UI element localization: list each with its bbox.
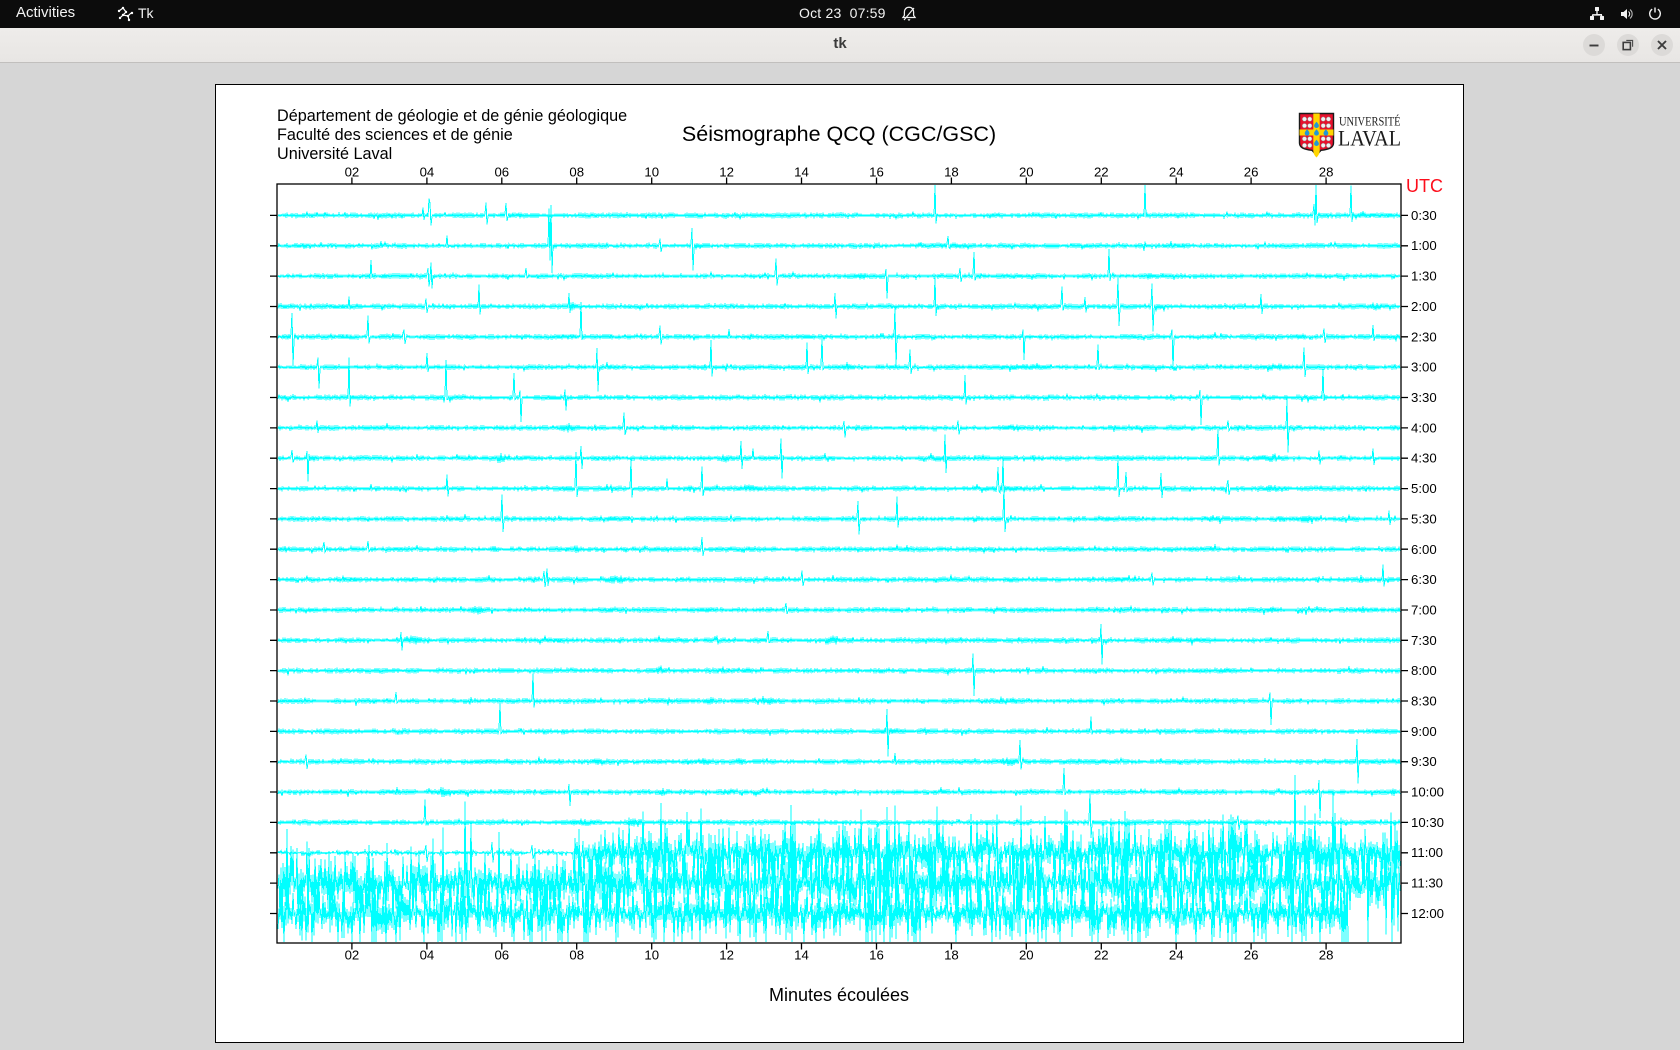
svg-text:26: 26 [1244,165,1259,180]
svg-text:28: 28 [1319,165,1334,180]
svg-text:04: 04 [420,948,435,963]
svg-text:8:00: 8:00 [1411,663,1437,678]
svg-text:02: 02 [345,948,360,963]
svg-text:22: 22 [1094,948,1109,963]
svg-text:5:00: 5:00 [1411,481,1437,496]
svg-text:10:30: 10:30 [1411,815,1444,830]
svg-text:02: 02 [345,165,360,180]
svg-text:10: 10 [644,165,659,180]
svg-text:11:00: 11:00 [1411,845,1443,860]
svg-text:Université Laval: Université Laval [277,145,392,163]
svg-text:08: 08 [569,948,584,963]
svg-text:12: 12 [719,165,734,180]
svg-text:0:30: 0:30 [1411,208,1437,223]
svg-text:06: 06 [494,948,509,963]
svg-text:Département de géologie et de: Département de géologie et de génie géol… [277,107,627,125]
svg-text:9:30: 9:30 [1411,754,1437,769]
svg-text:18: 18 [944,165,959,180]
svg-text:8:30: 8:30 [1411,694,1437,709]
svg-text:16: 16 [869,165,884,180]
svg-text:Minutes écoulées: Minutes écoulées [769,985,909,1005]
svg-text:3:00: 3:00 [1411,360,1437,375]
svg-text:UTC: UTC [1406,176,1443,196]
svg-text:04: 04 [420,165,435,180]
svg-text:4:30: 4:30 [1411,451,1437,466]
svg-text:12:00: 12:00 [1411,906,1444,921]
svg-text:3:30: 3:30 [1411,390,1437,405]
svg-text:24: 24 [1169,165,1184,180]
svg-text:08: 08 [569,165,584,180]
svg-text:4:00: 4:00 [1411,420,1437,435]
svg-text:22: 22 [1094,165,1109,180]
svg-text:7:00: 7:00 [1411,603,1437,618]
svg-text:18: 18 [944,948,959,963]
svg-text:1:00: 1:00 [1411,238,1437,253]
svg-text:2:00: 2:00 [1411,299,1437,314]
svg-text:14: 14 [794,948,809,963]
svg-text:Faculté des sciences et de gén: Faculté des sciences et de génie [277,126,513,144]
svg-text:12: 12 [719,948,734,963]
svg-text:Séismographe QCQ (CGC/GSC): Séismographe QCQ (CGC/GSC) [682,122,996,146]
svg-text:11:30: 11:30 [1411,876,1443,891]
svg-text:06: 06 [494,165,509,180]
svg-text:20: 20 [1019,165,1034,180]
svg-text:6:30: 6:30 [1411,572,1437,587]
svg-text:LAVAL: LAVAL [1338,126,1401,151]
svg-text:2:30: 2:30 [1411,329,1437,344]
svg-text:5:30: 5:30 [1411,511,1437,526]
svg-text:26: 26 [1244,948,1259,963]
svg-text:9:00: 9:00 [1411,724,1437,739]
svg-text:20: 20 [1019,948,1034,963]
svg-text:10: 10 [644,948,659,963]
svg-text:1:30: 1:30 [1411,269,1437,284]
svg-text:24: 24 [1169,948,1184,963]
svg-text:7:30: 7:30 [1411,633,1437,648]
svg-text:16: 16 [869,948,884,963]
svg-text:14: 14 [794,165,809,180]
svg-text:28: 28 [1319,948,1334,963]
svg-text:10:00: 10:00 [1411,785,1444,800]
svg-text:6:00: 6:00 [1411,542,1437,557]
